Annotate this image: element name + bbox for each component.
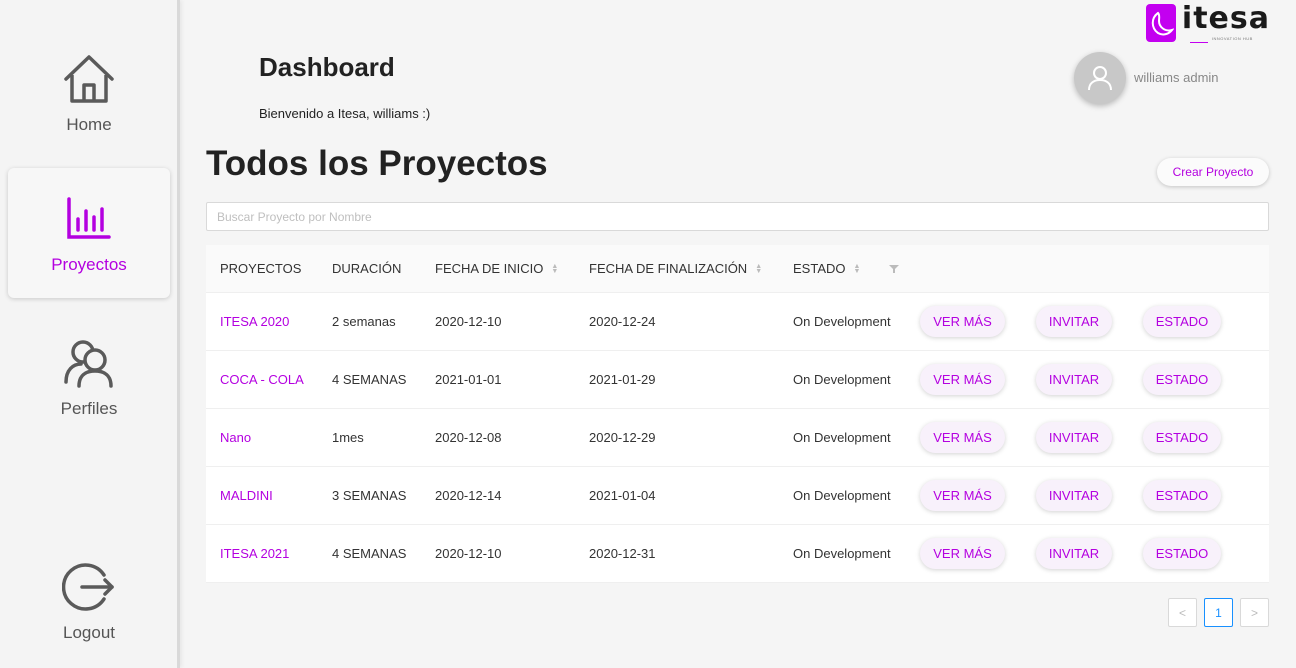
sidebar-item-home[interactable]: Home — [8, 28, 170, 158]
project-start-date: 2021-01-01 — [435, 372, 502, 387]
logo-underline — [1190, 42, 1208, 43]
table-row: ITESA 2020 2 semanas 2020-12-10 2020-12-24 O… — [206, 293, 1269, 351]
page-title: Dashboard — [259, 52, 395, 82]
status-button[interactable]: ESTADO — [1143, 422, 1221, 453]
project-duration: 1mes — [332, 430, 364, 445]
view-more-button[interactable]: VER MÁS — [920, 364, 1005, 395]
brand-name: itesa — [1181, 1, 1270, 36]
welcome-message: Bienvenido a Itesa, williams :) — [259, 106, 431, 121]
brand-tagline: INNOVATION HUB — [1211, 36, 1253, 41]
project-state: On Development — [793, 488, 891, 503]
projects-table: PROYECTOS DURACIÓN FECHA DE INICIO ▲ ▼ FE… — [206, 245, 1269, 583]
column-header-fecha-finalizacion[interactable]: FECHA DE FINALIZACIÓN ▲ ▼ — [589, 261, 762, 276]
user-icon — [1088, 66, 1112, 91]
table-row: ITESA 2021 4 SEMANAS 2020-12-10 2020-12-31 O… — [206, 525, 1269, 583]
home-icon — [61, 51, 117, 107]
sidebar-item-label: Perfiles — [60, 399, 118, 418]
filter-icon[interactable] — [889, 264, 899, 274]
status-button[interactable]: ESTADO — [1143, 306, 1221, 337]
project-start-date: 2020-12-10 — [435, 314, 502, 329]
project-name-link[interactable]: ITESA 2021 — [220, 546, 289, 561]
sidebar-item-perfiles[interactable]: Perfiles — [8, 312, 170, 442]
sort-icon: ▲ ▼ — [853, 262, 861, 275]
status-button[interactable]: ESTADO — [1143, 480, 1221, 511]
column-header-estado[interactable]: ESTADO ▲ ▼ — [793, 261, 860, 276]
table-row: COCA - COLA 4 SEMANAS 2021-01-01 2021-01-29… — [206, 351, 1269, 409]
brand-logo: itesa INNOVATION HUB — [1146, 4, 1270, 44]
sidebar-item-logout[interactable]: Logout — [8, 536, 170, 666]
search-input[interactable] — [206, 202, 1269, 231]
create-project-button[interactable]: Crear Proyecto — [1157, 158, 1269, 186]
project-end-date: 2020-12-24 — [589, 314, 656, 329]
project-name-link[interactable]: Nano — [220, 430, 251, 445]
project-state: On Development — [793, 546, 891, 561]
project-state: On Development — [793, 372, 891, 387]
sidebar-item-proyectos[interactable]: Proyectos — [8, 168, 170, 298]
view-more-button[interactable]: VER MÁS — [920, 306, 1005, 337]
invite-button[interactable]: INVITAR — [1036, 538, 1112, 569]
project-end-date: 2021-01-04 — [589, 488, 656, 503]
avatar[interactable] — [1074, 52, 1126, 104]
users-icon — [61, 335, 117, 391]
sidebar-item-label: Proyectos — [51, 255, 127, 274]
view-more-button[interactable]: VER MÁS — [920, 538, 1005, 569]
project-duration: 3 SEMANAS — [332, 488, 407, 503]
column-header-label: FECHA DE FINALIZACIÓN — [589, 261, 748, 276]
table-row: Nano 1mes 2020-12-08 2020-12-29 On Developme… — [206, 409, 1269, 467]
project-state: On Development — [793, 314, 891, 329]
invite-button[interactable]: INVITAR — [1036, 422, 1112, 453]
project-duration: 4 SEMANAS — [332, 372, 407, 387]
status-button[interactable]: ESTADO — [1143, 364, 1221, 395]
invite-button[interactable]: INVITAR — [1036, 306, 1112, 337]
pagination-next-button[interactable]: > — [1240, 598, 1269, 627]
status-button[interactable]: ESTADO — [1143, 538, 1221, 569]
column-header-proyectos: PROYECTOS — [220, 261, 302, 276]
pagination-prev-button[interactable]: < — [1168, 598, 1197, 627]
table-row: MALDINI 3 SEMANAS 2020-12-14 2021-01-04 On D… — [206, 467, 1269, 525]
table-header: PROYECTOS DURACIÓN FECHA DE INICIO ▲ ▼ FE… — [206, 245, 1269, 293]
invite-button[interactable]: INVITAR — [1036, 480, 1112, 511]
bar-chart-icon — [61, 191, 117, 247]
column-header-label: ESTADO — [793, 261, 846, 276]
project-start-date: 2020-12-08 — [435, 430, 502, 445]
view-more-button[interactable]: VER MÁS — [920, 422, 1005, 453]
sidebar: Home Proyectos Perfiles Logout — [0, 0, 180, 668]
table-body: ITESA 2020 2 semanas 2020-12-10 2020-12-24 O… — [206, 293, 1269, 583]
logo-mark-icon — [1146, 4, 1176, 42]
sort-icon: ▲ ▼ — [755, 262, 763, 275]
project-duration: 2 semanas — [332, 314, 396, 329]
invite-button[interactable]: INVITAR — [1036, 364, 1112, 395]
column-header-fecha-inicio[interactable]: FECHA DE INICIO ▲ ▼ — [435, 261, 558, 276]
project-end-date: 2021-01-29 — [589, 372, 656, 387]
sidebar-item-label: Home — [66, 115, 112, 134]
sidebar-item-label: Logout — [63, 623, 115, 642]
project-name-link[interactable]: COCA - COLA — [220, 372, 304, 387]
project-end-date: 2020-12-31 — [589, 546, 656, 561]
view-more-button[interactable]: VER MÁS — [920, 480, 1005, 511]
project-duration: 4 SEMANAS — [332, 546, 407, 561]
project-end-date: 2020-12-29 — [589, 430, 656, 445]
project-name-link[interactable]: ITESA 2020 — [220, 314, 289, 329]
user-name: williams admin — [1134, 70, 1219, 85]
pagination-page-1[interactable]: 1 — [1204, 598, 1233, 627]
sort-icon: ▲ ▼ — [551, 262, 559, 275]
project-name-link[interactable]: MALDINI — [220, 488, 273, 503]
column-header-duracion: DURACIÓN — [332, 261, 402, 276]
project-state: On Development — [793, 430, 891, 445]
section-title: Todos los Proyectos — [206, 144, 548, 183]
project-start-date: 2020-12-14 — [435, 488, 502, 503]
project-start-date: 2020-12-10 — [435, 546, 502, 561]
logout-icon — [61, 559, 117, 615]
column-header-label: FECHA DE INICIO — [435, 261, 544, 276]
